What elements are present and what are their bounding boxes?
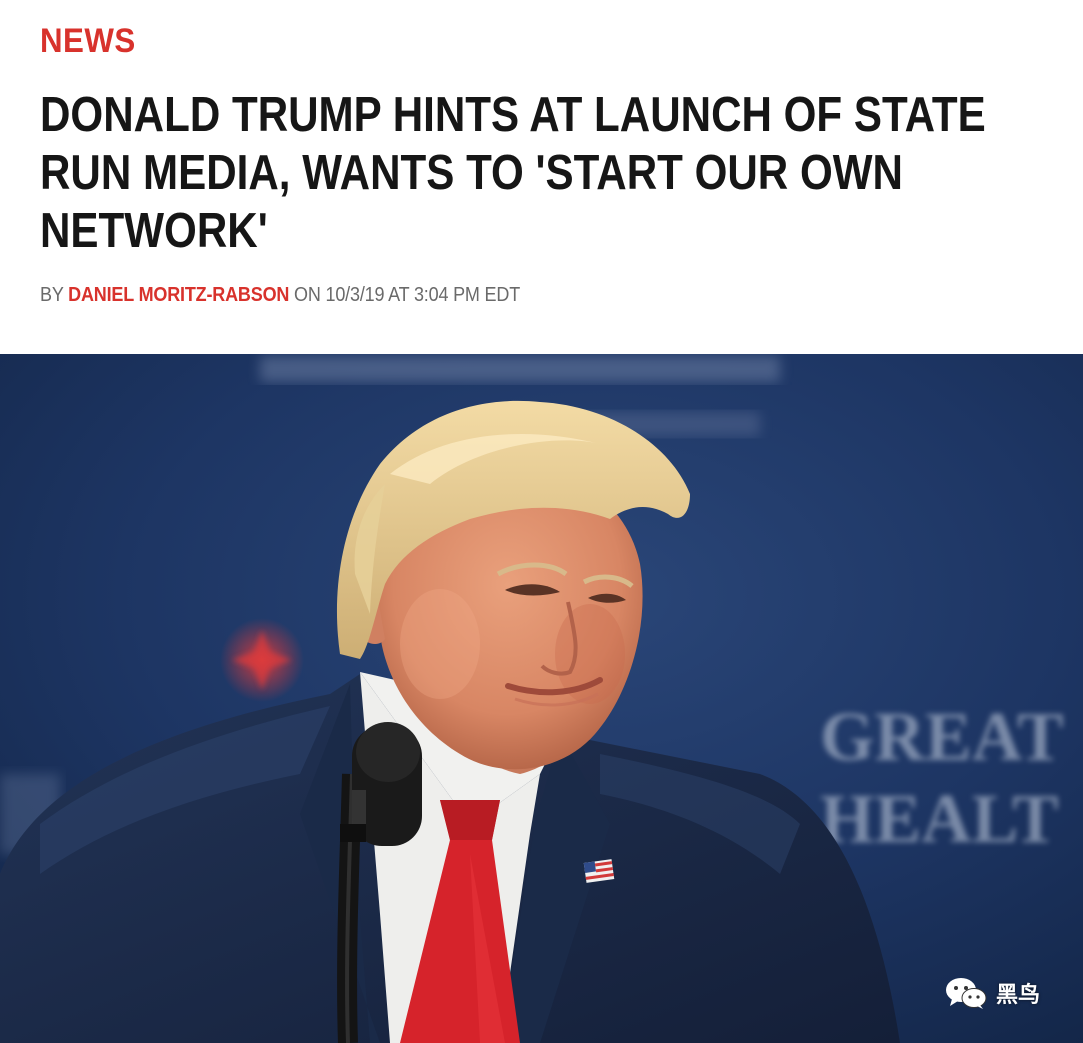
byline-time: 3:04 PM EDT <box>413 284 521 306</box>
byline-on: ON <box>294 284 321 306</box>
headline-line: NETWORK' <box>40 204 268 258</box>
byline-date: 10/3/19 <box>325 284 385 306</box>
backdrop-text: HEALT <box>820 781 1059 858</box>
photo-illustration: GREAT HEALT <box>0 354 1083 1043</box>
article-headline: DONALD TRUMP HINTS AT LAUNCH OF STATE RU… <box>40 86 1003 260</box>
byline: BY DANIEL MORITZ-RABSON ON 10/3/19 AT 3:… <box>40 284 520 307</box>
headline-line: DONALD TRUMP HINTS AT LAUNCH OF STATE <box>40 88 986 142</box>
watermark: 黑鸟 <box>944 976 1040 1010</box>
byline-prefix: BY <box>40 284 64 306</box>
section-label[interactable]: NEWS <box>40 22 136 61</box>
author-link[interactable]: DANIEL MORITZ-RABSON <box>68 284 289 306</box>
headline-line: RUN MEDIA, WANTS TO 'START OUR OWN <box>40 146 903 200</box>
byline-at: AT <box>388 284 410 306</box>
article-photo: GREAT HEALT <box>0 354 1083 1043</box>
backdrop-text: GREAT <box>820 699 1064 776</box>
article-header: NEWS DONALD TRUMP HINTS AT LAUNCH OF STA… <box>0 0 1083 354</box>
backdrop-banner-blur <box>260 356 780 382</box>
wechat-icon <box>946 978 987 1009</box>
watermark-text: 黑鸟 <box>996 983 1041 1008</box>
